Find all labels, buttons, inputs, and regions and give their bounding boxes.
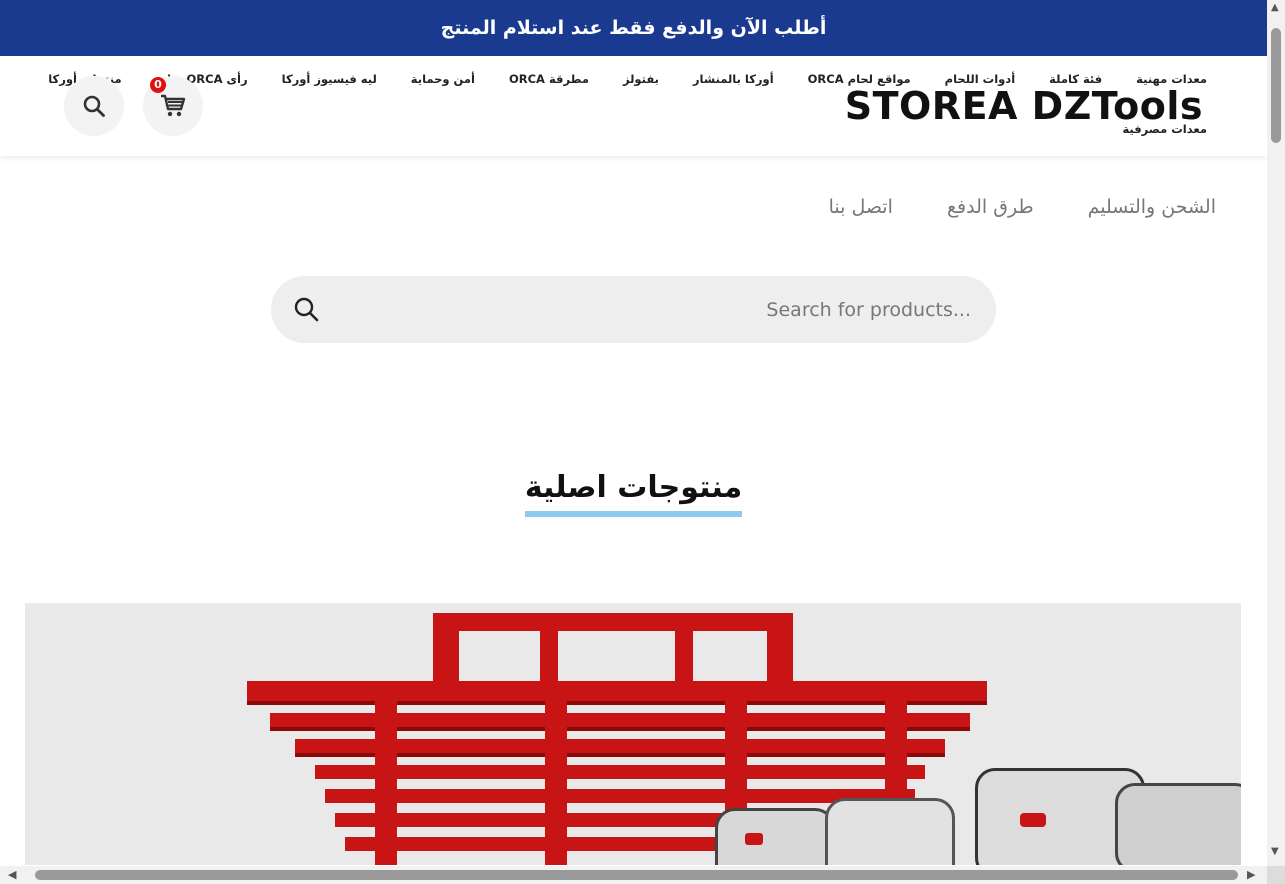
cart-icon [161, 94, 186, 117]
search-input[interactable] [331, 276, 971, 343]
subnav-item-payment[interactable]: طرق الدفع [947, 196, 1034, 218]
section-title: منتوجات اصلية [524, 470, 743, 517]
secondary-nav: الشحن والتسليم طرق الدفع اتصل بنا [781, 196, 1216, 218]
nav-item-row2[interactable]: معدات مصرفية [1122, 122, 1207, 136]
scroll-right-icon[interactable]: ▶ [1247, 868, 1255, 881]
search-icon[interactable] [293, 296, 319, 322]
vertical-scrollbar[interactable]: ▲ ▼ [1267, 0, 1285, 866]
nav-item[interactable]: أمن وحماية [411, 72, 475, 86]
scroll-left-icon[interactable]: ◀ [8, 868, 16, 881]
horizontal-scrollbar[interactable]: ◀ ▶ [0, 866, 1267, 884]
cart-button[interactable]: 0 [143, 76, 203, 136]
subnav-item-shipping[interactable]: الشحن والتسليم [1088, 196, 1216, 218]
announcement-bar: أطلب الآن والدفع فقط عند استلام المنتج [0, 0, 1267, 56]
nav-item[interactable]: ليه فيسيوز أوركا [282, 72, 377, 86]
scrollbar-corner [1267, 866, 1285, 884]
section-heading: منتوجات اصلية [0, 470, 1267, 517]
nav-item[interactable]: أوركا بالمنشار [693, 72, 774, 86]
search-icon [83, 95, 105, 117]
scroll-up-icon[interactable]: ▲ [1271, 2, 1279, 13]
announcement-text: أطلب الآن والدفع فقط عند استلام المنتج [440, 17, 827, 39]
nav-item[interactable]: بفتولز [623, 72, 659, 86]
subnav-item-contact[interactable]: اتصل بنا [829, 196, 893, 218]
horizontal-scroll-thumb[interactable] [35, 870, 1238, 880]
scroll-down-icon[interactable]: ▼ [1271, 846, 1279, 857]
nav-item[interactable]: مطرقة ORCA [509, 72, 589, 86]
hero-banner-image [25, 603, 1241, 865]
product-search-bar [271, 276, 996, 343]
site-header: معدات مهنية فئة كاملة أدوات اللحام مواقع… [0, 56, 1267, 156]
header-search-button[interactable] [64, 76, 124, 136]
vertical-scroll-thumb[interactable] [1271, 28, 1281, 143]
cart-count-badge: 0 [150, 77, 166, 93]
